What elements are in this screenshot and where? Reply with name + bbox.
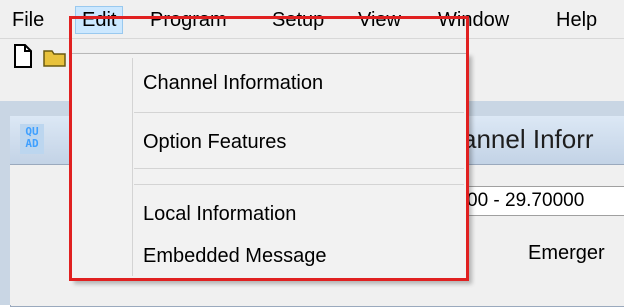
frequency-range-field[interactable]: 00 - 29.70000 xyxy=(460,186,624,216)
emergency-label: Emerger xyxy=(528,242,605,264)
menu-file[interactable]: File xyxy=(12,7,44,33)
menu-item-option-features[interactable]: Option Features xyxy=(143,131,286,154)
menu-help[interactable]: Help xyxy=(556,7,597,33)
menu-setup[interactable]: Setup xyxy=(272,7,324,33)
menu-edit[interactable]: Edit xyxy=(75,6,124,34)
new-document-icon[interactable] xyxy=(13,44,33,68)
menu-separator xyxy=(134,112,464,113)
child-window-title: annel Inforr xyxy=(462,124,594,154)
menu-separator xyxy=(134,168,464,169)
menu-program[interactable]: Program xyxy=(150,7,227,33)
menu-icon-gutter xyxy=(132,58,133,276)
menu-item-local-information[interactable]: Local Information xyxy=(143,203,296,226)
menu-item-channel-information[interactable]: Channel Information xyxy=(143,72,323,95)
app-icon: QU AD xyxy=(20,124,44,154)
menu-separator xyxy=(134,184,464,185)
menu-view[interactable]: View xyxy=(358,7,401,33)
menu-item-embedded-message[interactable]: Embedded Message xyxy=(143,245,326,268)
menu-window[interactable]: Window xyxy=(438,7,509,33)
open-folder-icon[interactable] xyxy=(43,48,67,68)
app-icon-text-bottom: AD xyxy=(25,137,39,150)
